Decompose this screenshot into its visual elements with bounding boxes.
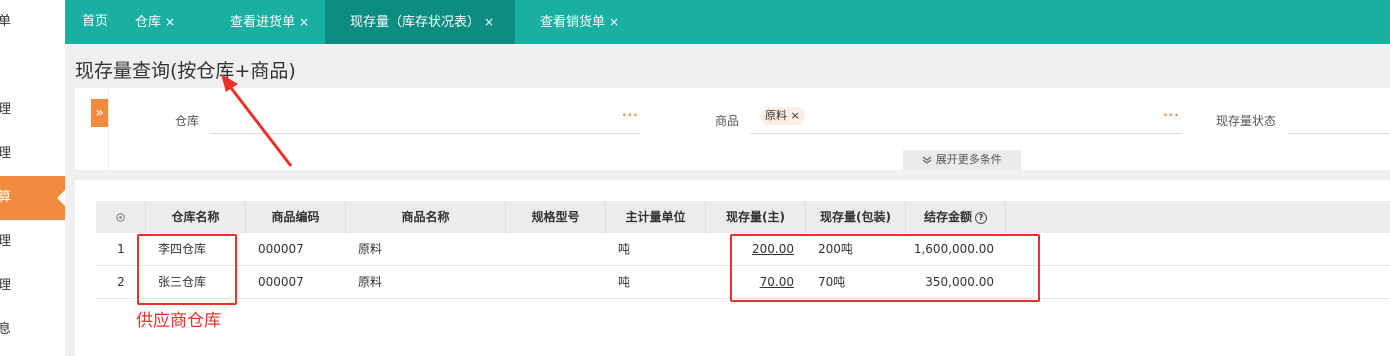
status-field[interactable] <box>1288 133 1390 134</box>
chip-label: 原料 <box>765 109 787 122</box>
col-product-name[interactable]: 商品名称 <box>346 201 506 233</box>
tab-purchase-orders[interactable]: 查看进货单 × <box>230 0 309 44</box>
tab-warehouse[interactable]: 仓库 × <box>135 0 175 44</box>
tab-label: 现存量（库存状况表） <box>350 15 481 30</box>
col-product-code[interactable]: 商品编码 <box>246 201 346 233</box>
sidebar-item-label: 理 <box>0 278 12 293</box>
spec-cell <box>518 266 606 298</box>
column-settings-button[interactable] <box>96 201 146 233</box>
col-qty-pack[interactable]: 现存量(包装) <box>806 201 906 233</box>
divider <box>108 88 109 170</box>
product-label: 商品 <box>715 114 740 128</box>
close-icon[interactable]: × <box>299 15 309 29</box>
tab-label: 查看进货单 <box>230 15 296 30</box>
more-conditions-label: 展开更多条件 <box>935 153 1002 166</box>
col-spec[interactable]: 规格型号 <box>506 201 606 233</box>
annotation-note: 供应商仓库 <box>136 311 221 331</box>
sidebar: 单 理 理 算 理 理 息 <box>0 0 65 356</box>
close-icon[interactable]: × <box>609 15 619 29</box>
warehouse-highlight-box <box>137 234 237 305</box>
sidebar-item-label: 理 <box>0 234 12 249</box>
tab-inventory-status[interactable]: 现存量（库存状况表） × <box>325 0 515 44</box>
help-icon[interactable]: ? <box>975 211 987 224</box>
sidebar-item-2[interactable]: 理 <box>0 88 65 132</box>
expand-panel-button[interactable]: » <box>91 99 108 127</box>
col-unit[interactable]: 主计量单位 <box>606 201 706 233</box>
code-cell: 000007 <box>258 275 304 289</box>
filter-panel: » 仓库 ··· 商品 原料 × ··· 现存量状态 展开更多条件 <box>75 88 1390 170</box>
table-header: 仓库名称 商品编码 商品名称 规格型号 主计量单位 现存量(主) 现存量(包装)… <box>96 201 1390 233</box>
tab-label: 查看销货单 <box>540 15 606 30</box>
unit-cell: 吨 <box>618 275 631 289</box>
unit-cell: 吨 <box>618 242 631 256</box>
sidebar-item-label: 单 <box>0 14 12 29</box>
tab-label: 首页 <box>82 14 109 29</box>
product-chip: 原料 × <box>760 107 805 125</box>
warehouse-picker-button[interactable]: ··· <box>622 108 639 122</box>
close-icon[interactable]: × <box>165 15 175 29</box>
sidebar-item-label: 算 <box>0 190 12 205</box>
chip-close-icon[interactable]: × <box>791 109 800 122</box>
col-amount[interactable]: 结存金额? <box>906 201 1006 233</box>
product-field[interactable] <box>750 133 1182 134</box>
more-conditions-button[interactable]: 展开更多条件 <box>903 150 1021 170</box>
gear-icon <box>115 210 126 224</box>
tab-sales-orders[interactable]: 查看销货单 × <box>540 0 619 44</box>
warehouse-label: 仓库 <box>175 114 200 128</box>
name-cell: 原料 <box>358 275 383 289</box>
warehouse-field[interactable] <box>210 133 640 134</box>
status-label: 现存量状态 <box>1216 114 1277 128</box>
name-cell: 原料 <box>358 242 383 256</box>
tab-bar: 首页 仓库 × 查看进货单 × 现存量（库存状况表） × 查看销货单 × <box>65 0 1390 44</box>
col-amount-label: 结存金额 <box>923 210 972 224</box>
code-cell: 000007 <box>258 242 304 256</box>
spec-cell <box>518 233 606 265</box>
chevrons-down-icon <box>922 153 936 166</box>
close-icon[interactable]: × <box>484 15 494 29</box>
col-qty-main[interactable]: 现存量(主) <box>706 201 806 233</box>
sidebar-item-5[interactable]: 理 <box>0 220 65 264</box>
sidebar-item-6[interactable]: 理 <box>0 264 65 308</box>
sidebar-item-1[interactable]: 单 <box>0 0 65 44</box>
sidebar-item-4-active[interactable]: 算 <box>0 176 65 220</box>
sidebar-item-label: 息 <box>0 322 12 337</box>
tab-label: 仓库 <box>135 15 162 30</box>
sidebar-item-label: 理 <box>0 102 12 117</box>
sidebar-item-label: 理 <box>0 146 12 161</box>
quantity-highlight-box <box>730 234 1040 302</box>
sidebar-item-3[interactable]: 理 <box>0 132 65 176</box>
col-warehouse-name[interactable]: 仓库名称 <box>146 201 246 233</box>
tab-home[interactable]: 首页 <box>65 0 127 44</box>
active-indicator-arrow <box>57 190 65 206</box>
page-title: 现存量查询(按仓库+商品) <box>75 60 296 82</box>
product-picker-button[interactable]: ··· <box>1163 108 1180 122</box>
sidebar-item-7[interactable]: 息 <box>0 308 65 352</box>
